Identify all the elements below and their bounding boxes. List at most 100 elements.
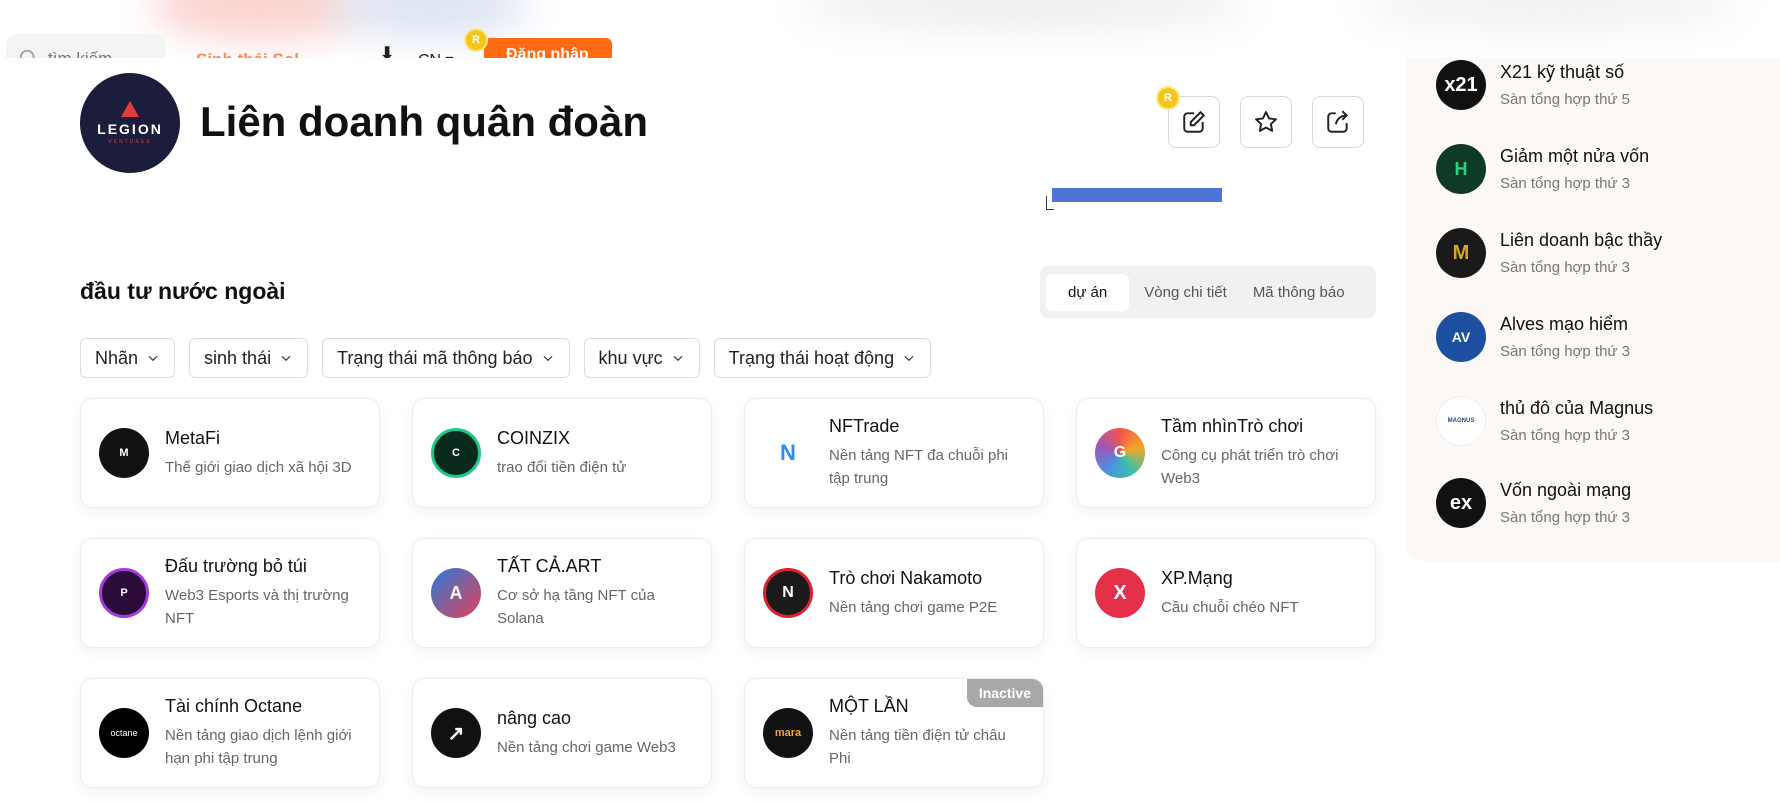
- star-icon: [1255, 111, 1277, 132]
- share-button[interactable]: [1312, 96, 1364, 148]
- tab-projects[interactable]: dự án: [1046, 273, 1130, 311]
- sidebar-item-name: Giảm một nửa vốn: [1500, 146, 1650, 166]
- project-logo-icon: G: [1095, 428, 1145, 478]
- investor-logo-icon: M: [1436, 228, 1486, 278]
- sidebar-item[interactable]: AV Alves mạo hiểm Sàn tổng hợp thứ 3: [1436, 312, 1630, 362]
- project-name: NFTrade: [829, 416, 900, 436]
- project-logo-icon: N: [763, 428, 813, 478]
- project-logo-icon: ↗: [431, 708, 481, 758]
- project-card[interactable]: C COINZIX trao đổi tiền điện tử: [412, 398, 712, 508]
- project-card[interactable]: X XP.Mạng Cầu chuỗi chéo NFT: [1076, 538, 1376, 648]
- tab-rounds[interactable]: Vòng chi tiết: [1133, 274, 1238, 311]
- share-icon: [1327, 110, 1349, 133]
- project-desc: Nền tảng NFT đa chuỗi phi tập trung: [829, 447, 1008, 487]
- project-name: Tầm nhìnTrò chơi: [1161, 416, 1304, 436]
- legion-mark-icon: [121, 101, 139, 117]
- project-desc: Nền tảng giao dịch lệnh giới hạn phi tập…: [165, 727, 352, 767]
- project-desc: Cầu chuỗi chéo NFT: [1161, 598, 1299, 616]
- project-name: nâng cao: [497, 707, 572, 728]
- investor-logo-icon: MAGNUS: [1436, 396, 1486, 446]
- logo-text: LEGION: [97, 121, 163, 137]
- section-tabs: dự án Vòng chi tiết Mã thông báo: [1040, 266, 1376, 318]
- project-name: Đấu trường bỏ túi: [165, 556, 307, 576]
- page-title: Liên doanh quân đoàn: [200, 98, 648, 145]
- favorite-button[interactable]: [1240, 96, 1292, 148]
- chevron-down-icon: [148, 355, 158, 362]
- filter-region[interactable]: khu vực: [583, 338, 700, 378]
- project-desc: Cơ sở hạ tầng NFT của Solana: [497, 587, 655, 627]
- project-logo-icon: C: [431, 428, 481, 478]
- entity-logo: LEGION VENTURES: [80, 73, 180, 173]
- sidebar-item-sub: Sàn tổng hợp thứ 3: [1500, 343, 1630, 360]
- filter-label: Nhãn: [95, 347, 139, 368]
- project-logo-icon: A: [431, 568, 481, 618]
- project-name: MetaFi: [165, 427, 221, 448]
- chevron-down-icon: [673, 355, 683, 362]
- project-desc: trao đổi tiền điện tử: [497, 458, 627, 476]
- filter-label: Trạng thái mã thông báo: [337, 347, 533, 368]
- project-desc: Công cụ phát triển trò chơi Web3: [1161, 447, 1339, 487]
- sidebar-item-sub: Sàn tổng hợp thứ 3: [1500, 509, 1630, 526]
- corner-mark: [1046, 196, 1054, 210]
- project-card[interactable]: mara MỘT LẦN Nền tảng tiền điện tử châu P…: [744, 678, 1044, 788]
- project-card[interactable]: M MetaFi Thế giới giao dịch xã hội 3D: [80, 398, 380, 508]
- sidebar-item-sub: Sàn tổng hợp thứ 3: [1500, 259, 1630, 276]
- project-card[interactable]: ↗ nâng cao Nền tảng chơi game Web3: [412, 678, 712, 788]
- sidebar-item[interactable]: M Liên doanh bậc thầy Sàn tổng hợp thứ 3: [1436, 228, 1662, 278]
- project-logo-icon: M: [99, 428, 149, 478]
- project-card[interactable]: octane Tài chính Octane Nền tảng giao dịc…: [80, 678, 380, 788]
- project-name: COINZIX: [497, 427, 571, 448]
- project-desc: Nền tảng chơi game P2E: [829, 598, 998, 616]
- chevron-down-icon: [281, 355, 291, 362]
- filter-token-status[interactable]: Trạng thái mã thông báo: [322, 338, 570, 378]
- project-desc: Nền tảng tiền điện tử châu Phi: [829, 727, 1006, 767]
- sidebar-item-sub: Sàn tổng hợp thứ 3: [1500, 175, 1630, 192]
- filter-bar: Nhãn sinh thái Trạng thái mã thông báo k…: [80, 338, 932, 378]
- filter-tag[interactable]: Nhãn: [80, 338, 176, 378]
- edit-icon: [1183, 110, 1206, 133]
- project-logo-icon: X: [1095, 568, 1145, 618]
- sidebar-item[interactable]: x21 X21 kỹ thuật số Sàn tổng hợp thứ 5: [1436, 60, 1630, 110]
- filter-label: Trạng thái hoạt động: [728, 347, 895, 368]
- project-logo-icon: P: [99, 568, 149, 618]
- tab-tokens[interactable]: Mã thông báo: [1242, 274, 1356, 311]
- sidebar-item-name: Vốn ngoài mạng: [1500, 480, 1632, 500]
- project-desc: Web3 Esports và thị trường NFT: [165, 587, 349, 627]
- project-name: Tài chính Octane: [165, 696, 303, 716]
- highlight-bar: [1052, 188, 1222, 202]
- project-card[interactable]: N NFTrade Nền tảng NFT đa chuỗi phi tập t…: [744, 398, 1044, 508]
- project-grid: M MetaFi Thế giới giao dịch xã hội 3D C C…: [80, 398, 1378, 788]
- investor-logo-icon: x21: [1436, 60, 1486, 110]
- coin-badge-icon: R: [1158, 88, 1178, 108]
- status-badge: Inactive: [966, 679, 1043, 707]
- chevron-down-icon: [904, 355, 914, 362]
- project-card[interactable]: G Tầm nhìnTrò chơi Công cụ phát triển trò…: [1076, 398, 1376, 508]
- sidebar-item[interactable]: H Giảm một nửa vốn Sàn tổng hợp thứ 3: [1436, 144, 1649, 194]
- filter-ecosystem[interactable]: sinh thái: [189, 338, 309, 378]
- project-card[interactable]: A TẤT CẢ.ART Cơ sở hạ tầng NFT của Solana: [412, 538, 712, 648]
- filter-label: khu vực: [598, 347, 663, 368]
- investor-logo-icon: H: [1436, 144, 1486, 194]
- related-investors-sidebar: x21 X21 kỹ thuật số Sàn tổng hợp thứ 5 H …: [1406, 58, 1780, 561]
- sidebar-item[interactable]: MAGNUS thủ đô của Magnus Sàn tổng hợp thứ…: [1436, 396, 1653, 446]
- sidebar-item-sub: Sàn tổng hợp thứ 5: [1500, 91, 1630, 108]
- filter-activity-status[interactable]: Trạng thái hoạt động: [713, 338, 932, 378]
- project-logo-icon: mara: [763, 708, 813, 758]
- sidebar-item[interactable]: ex Vốn ngoài mạng Sàn tổng hợp thứ 3: [1436, 478, 1631, 528]
- investor-logo-icon: AV: [1436, 312, 1486, 362]
- project-name: XP.Mạng: [1161, 567, 1233, 588]
- coin-badge-icon: R: [466, 30, 486, 50]
- sidebar-item-sub: Sàn tổng hợp thứ 3: [1500, 427, 1630, 444]
- project-card[interactable]: N Trò chơi Nakamoto Nền tảng chơi game P2…: [744, 538, 1044, 648]
- filter-label: sinh thái: [204, 347, 272, 368]
- sidebar-item-name: X21 kỹ thuật số: [1500, 62, 1625, 82]
- investor-logo-icon: ex: [1436, 478, 1486, 528]
- main-content: LEGION VENTURES Liên doanh quân đoàn R đ…: [0, 58, 1396, 801]
- project-desc: Thế giới giao dịch xã hội 3D: [165, 458, 352, 476]
- sidebar-item-name: Alves mạo hiểm: [1500, 314, 1629, 334]
- section-title: đầu tư nước ngoài: [80, 278, 286, 304]
- sidebar-item-name: thủ đô của Magnus: [1500, 398, 1654, 418]
- project-desc: Nền tảng chơi game Web3: [497, 738, 676, 756]
- sidebar-item-name: Liên doanh bậc thầy: [1500, 230, 1663, 250]
- project-card[interactable]: P Đấu trường bỏ túi Web3 Esports và thị t…: [80, 538, 380, 648]
